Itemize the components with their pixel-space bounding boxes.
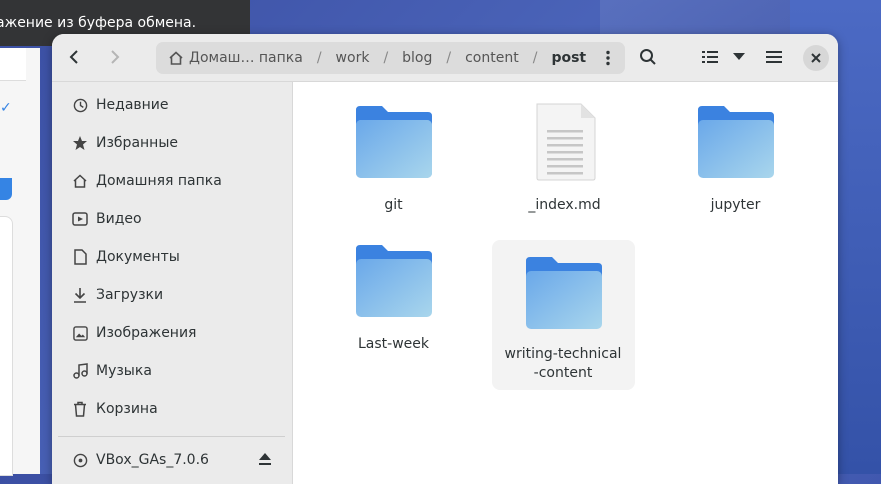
star-icon xyxy=(72,135,88,151)
header-bar: Домаш… папка / work / blog / content / p… xyxy=(52,34,838,82)
back-button[interactable] xyxy=(58,42,92,72)
breadcrumb-blog[interactable]: blog xyxy=(402,50,432,66)
sidebar-item-music[interactable]: Музыка xyxy=(52,352,292,390)
main-menu-button[interactable] xyxy=(757,42,791,72)
sidebar-item-pictures[interactable]: Изображения xyxy=(52,314,292,352)
sidebar-item-starred[interactable]: Избранные xyxy=(52,124,292,162)
sidebar-item-trash[interactable]: Корзина xyxy=(52,390,292,428)
background-window-panel xyxy=(0,216,13,476)
file-name: writing-technical-content xyxy=(504,346,622,381)
sidebar-item-label: Музыка xyxy=(96,363,152,379)
file-item-folder[interactable]: git xyxy=(322,102,465,215)
breadcrumb-post[interactable]: post xyxy=(551,50,586,66)
eject-icon[interactable] xyxy=(258,452,272,470)
sidebar: Недавние Избранные Домашняя папка Видео … xyxy=(52,82,293,484)
clock-icon xyxy=(72,97,88,113)
sidebar-item-downloads[interactable]: Загрузки xyxy=(52,276,292,314)
selected-folder-tile[interactable]: writing-technical-content xyxy=(492,240,635,390)
breadcrumb-separator: / xyxy=(383,50,389,66)
breadcrumb: Домаш… папка / work / blog / content / p… xyxy=(156,42,625,74)
sidebar-item-device[interactable]: VBox_GAs_7.0.6 xyxy=(52,441,292,479)
sidebar-item-label: Домашняя папка xyxy=(96,173,222,189)
sidebar-divider xyxy=(58,436,285,437)
background-window-button[interactable] xyxy=(0,178,12,200)
background-window[interactable]: ✓ xyxy=(0,48,40,476)
video-icon xyxy=(72,211,88,227)
breadcrumb-separator: / xyxy=(316,50,322,66)
sidebar-item-label: Изображения xyxy=(96,325,197,341)
sidebar-item-label: Избранные xyxy=(96,135,178,151)
path-menu-button[interactable] xyxy=(601,48,615,68)
hamburger-menu-icon xyxy=(766,51,782,63)
file-manager-window: Домаш… папка / work / blog / content / p… xyxy=(52,34,838,484)
sidebar-item-label: Документы xyxy=(96,249,180,265)
image-icon xyxy=(72,325,88,341)
text-document-icon xyxy=(536,103,595,181)
folder-icon xyxy=(355,245,432,317)
home-icon xyxy=(169,51,183,65)
breadcrumb-work[interactable]: work xyxy=(336,50,370,66)
sidebar-item-videos[interactable]: Видео xyxy=(52,200,292,238)
folder-icon xyxy=(525,257,602,329)
chevron-down-icon xyxy=(733,53,745,60)
folder-icon xyxy=(355,106,432,178)
forward-button[interactable] xyxy=(97,42,131,72)
close-icon xyxy=(811,53,821,63)
file-name: git xyxy=(384,197,403,213)
search-button[interactable] xyxy=(631,42,665,72)
download-icon xyxy=(72,287,88,303)
sidebar-item-label: Видео xyxy=(96,211,142,227)
toast-message: ажение из буфера обмена. xyxy=(0,15,197,31)
breadcrumb-home-label: Домаш… папка xyxy=(189,50,303,66)
breadcrumb-content[interactable]: content xyxy=(465,50,519,66)
sidebar-item-label: Загрузки xyxy=(96,287,164,303)
close-button[interactable] xyxy=(803,45,829,71)
search-icon xyxy=(640,49,656,65)
back-arrow-icon xyxy=(69,50,78,64)
trash-icon xyxy=(72,401,88,417)
list-view-icon xyxy=(702,51,718,63)
file-name: jupyter xyxy=(710,197,761,213)
file-name: _index.md xyxy=(528,197,601,213)
breadcrumb-separator: / xyxy=(532,50,538,66)
music-icon xyxy=(72,363,88,379)
file-item-document[interactable]: _index.md xyxy=(493,102,636,215)
breadcrumb-home[interactable]: Домаш… папка xyxy=(168,50,303,66)
forward-arrow-icon xyxy=(111,50,120,64)
file-item-folder[interactable]: jupyter xyxy=(664,102,807,215)
file-item-folder[interactable]: Last-week xyxy=(322,241,465,354)
sidebar-item-label: VBox_GAs_7.0.6 xyxy=(96,452,209,468)
checkmark-icon: ✓ xyxy=(0,100,12,116)
document-icon xyxy=(72,249,88,265)
view-list-button[interactable] xyxy=(695,42,725,72)
home-icon xyxy=(72,173,88,189)
breadcrumb-separator: / xyxy=(446,50,452,66)
sidebar-item-label: Корзина xyxy=(96,401,158,417)
vertical-dots-icon xyxy=(606,50,610,66)
background-window-header xyxy=(0,48,26,81)
folder-icon xyxy=(697,106,774,178)
file-name: Last-week xyxy=(358,336,429,352)
sidebar-item-recent[interactable]: Недавние xyxy=(52,86,292,124)
sidebar-item-label: Недавние xyxy=(96,97,169,113)
disc-icon xyxy=(72,452,88,468)
view-options-button[interactable] xyxy=(726,42,752,72)
sidebar-item-documents[interactable]: Документы xyxy=(52,238,292,276)
sidebar-item-home[interactable]: Домашняя папка xyxy=(52,162,292,200)
